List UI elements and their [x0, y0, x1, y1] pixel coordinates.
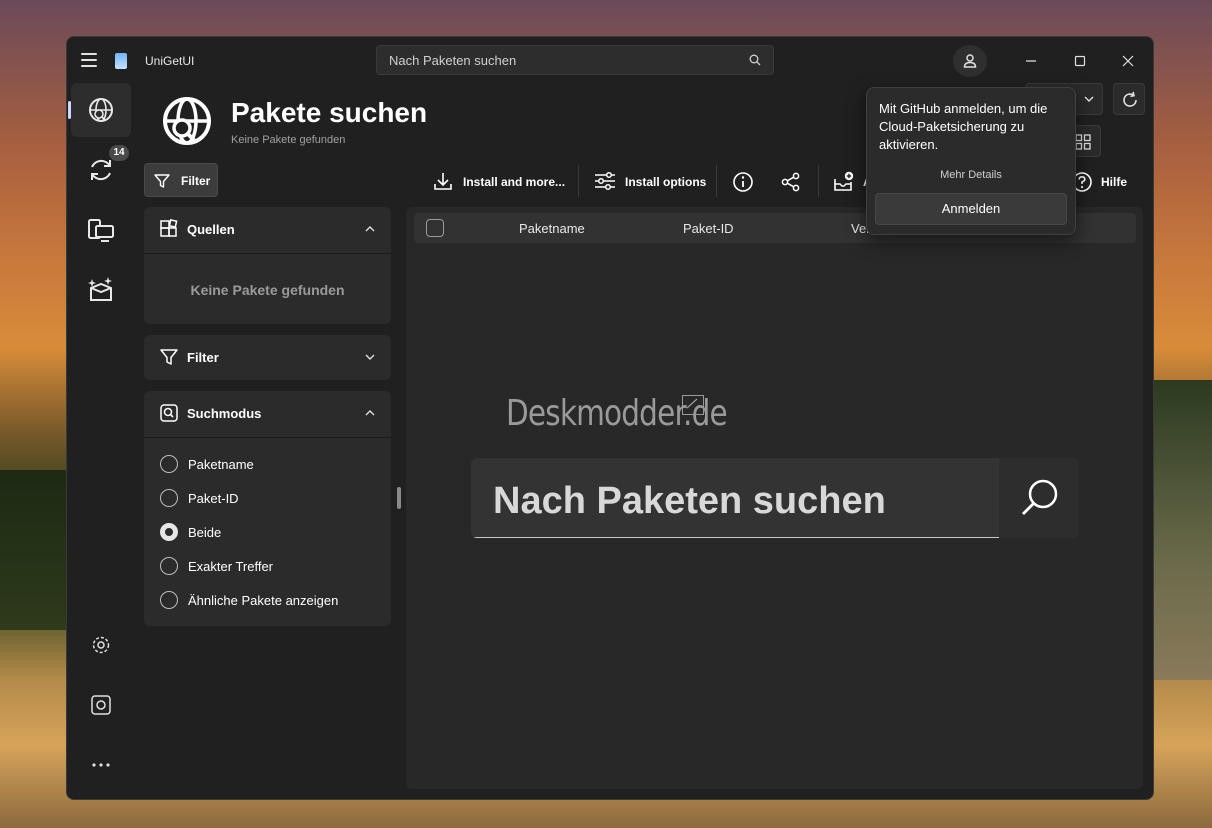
info-icon[interactable] — [732, 171, 754, 193]
search-mode-options: Paketname Paket-ID Beide Exakter Treffer… — [144, 437, 391, 627]
search-mode-panel-title: Suchmodus — [187, 406, 262, 421]
chevron-down-icon — [1084, 96, 1094, 102]
pencil-icon — [686, 398, 698, 409]
radio-label: Exakter Treffer — [188, 559, 274, 574]
sources-panel-title: Quellen — [187, 222, 235, 237]
install-button-label: Install and more... — [463, 175, 566, 189]
toolbar-divider — [716, 165, 717, 197]
search-mode-panel: Suchmodus Paketname Paket-ID Beide Exakt… — [144, 391, 391, 626]
search-mode-panel-header[interactable]: Suchmodus — [144, 391, 391, 435]
package-bundle-icon — [88, 277, 112, 301]
main-search-input[interactable]: Nach Paketen suchen — [471, 458, 999, 538]
minimize-icon[interactable] — [1019, 49, 1043, 73]
nav-discover-packages[interactable] — [68, 83, 131, 137]
radio-label: Paket-ID — [188, 491, 239, 506]
top-search-box[interactable] — [376, 45, 774, 75]
main-search-placeholder: Nach Paketen suchen — [493, 480, 886, 522]
user-icon — [963, 54, 977, 68]
toolbar-divider — [578, 165, 579, 197]
radio-circle[interactable] — [160, 455, 178, 473]
title-bar: UniGetUI — [67, 37, 1153, 85]
chevron-down-icon — [365, 354, 375, 360]
results-area: Paketname Paket-ID Ver Deskmodder.de Nac… — [406, 207, 1143, 789]
add-to-bundle-icon — [834, 171, 854, 191]
radio-circle[interactable] — [160, 489, 178, 507]
filter-panel-header[interactable]: Filter — [144, 335, 391, 379]
page-subtitle: Keine Pakete gefunden — [231, 134, 346, 146]
nav-package-bundles[interactable] — [71, 263, 131, 317]
panel-splitter-handle[interactable] — [397, 487, 401, 509]
watermark-logo — [682, 395, 704, 415]
more-details-link[interactable]: Mehr Details — [867, 169, 1075, 181]
filter-toggle-button[interactable]: Filter — [144, 163, 218, 197]
filter-panel-title: Filter — [187, 350, 219, 365]
app-title: UniGetUI — [145, 54, 195, 68]
filter-icon — [160, 349, 178, 365]
chevron-up-icon — [365, 410, 375, 416]
search-mode-icon — [160, 404, 178, 422]
wallpaper-right — [1150, 380, 1212, 680]
top-search-input[interactable] — [387, 52, 731, 69]
reload-button[interactable] — [1113, 83, 1145, 115]
radio-circle[interactable] — [160, 557, 178, 575]
popup-message: Mit GitHub anmelden, um die Cloud-Pakets… — [879, 101, 1048, 152]
column-header-id[interactable]: Paket-ID — [683, 221, 734, 236]
radio-label: Paketname — [188, 457, 254, 472]
share-icon[interactable] — [780, 171, 802, 193]
package-managers-icon[interactable] — [89, 693, 113, 717]
github-login-popup: Mit GitHub anmelden, um die Cloud-Pakets… — [866, 87, 1076, 235]
hamburger-menu-icon[interactable] — [81, 53, 97, 67]
sources-panel: Quellen Keine Pakete gefunden — [144, 207, 391, 324]
filter-panel: Filter — [144, 335, 391, 380]
sources-empty-text: Keine Pakete gefunden — [190, 282, 345, 298]
user-account-button[interactable] — [953, 45, 987, 77]
radio-label: Beide — [188, 525, 222, 540]
search-icon — [1022, 479, 1058, 515]
wallpaper-left — [0, 470, 70, 630]
grid-icon — [1075, 134, 1091, 150]
chevron-up-icon — [365, 226, 375, 232]
globe-search-icon — [89, 98, 113, 122]
sources-panel-body: Keine Pakete gefunden — [144, 253, 391, 325]
filter-icon — [154, 174, 170, 188]
toolbar-divider — [818, 165, 819, 197]
main-search-button[interactable] — [999, 458, 1079, 538]
installed-apps-icon — [88, 219, 114, 242]
main-search-box[interactable]: Nach Paketen suchen — [471, 458, 1079, 538]
page-title: Pakete suchen — [231, 97, 428, 128]
help-button[interactable]: Hilfe — [1069, 167, 1139, 197]
install-button[interactable]: Install and more... — [433, 167, 566, 197]
globe-search-icon — [163, 97, 211, 145]
column-header-name[interactable]: Paketname — [519, 221, 585, 236]
login-button[interactable]: Anmelden — [875, 193, 1067, 225]
radio-label: Ähnliche Pakete anzeigen — [188, 593, 339, 608]
app-logo-icon — [115, 53, 127, 69]
more-options-icon[interactable] — [89, 753, 113, 777]
maximize-icon[interactable] — [1068, 49, 1092, 73]
radio-circle[interactable] — [160, 591, 178, 609]
radio-circle-selected[interactable] — [160, 523, 178, 541]
close-icon[interactable] — [1116, 49, 1140, 73]
nav-installed-packages[interactable] — [71, 203, 131, 257]
reload-icon — [1123, 91, 1137, 107]
sliders-icon — [595, 171, 615, 191]
select-all-checkbox[interactable] — [426, 219, 444, 237]
sources-icon — [160, 219, 178, 237]
search-icon[interactable] — [749, 54, 761, 66]
install-options-label: Install options — [625, 175, 707, 189]
download-icon — [434, 173, 452, 190]
filter-button-label: Filter — [181, 174, 211, 188]
sources-panel-header[interactable]: Quellen — [144, 207, 391, 251]
help-label: Hilfe — [1101, 175, 1128, 189]
updates-badge: 14 — [109, 145, 129, 161]
install-options-button[interactable]: Install options — [594, 167, 707, 197]
settings-icon[interactable] — [89, 633, 113, 657]
